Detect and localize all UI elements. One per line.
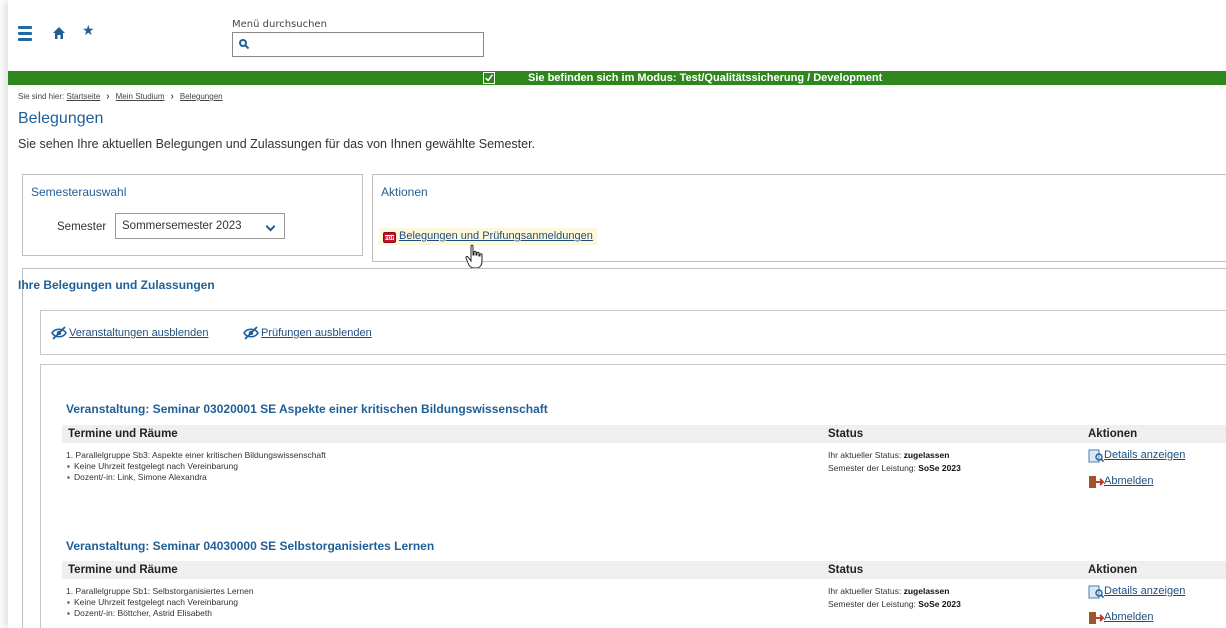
course-title: Veranstaltung: Seminar 04030000 SE Selbs… (66, 539, 435, 553)
semester-select-value: Sommersemester 2023 (122, 220, 242, 232)
breadcrumb-startseite[interactable]: Startseite (66, 92, 100, 101)
report-pdf-link-label: Belegungen und Prüfungsanmeldungen (399, 230, 593, 242)
details-icon (1088, 449, 1104, 463)
toggle-bar: Veranstaltungen ausblenden Prüfungen aus… (40, 310, 1226, 355)
status-cell: Ihr aktueller Status: zugelassen Semeste… (828, 585, 961, 611)
status-value: zugelassen (903, 450, 950, 460)
chevron-right-icon: › (170, 91, 174, 102)
actions-panel: Aktionen PDF Belegungen und Prüfungsanme… (372, 174, 1226, 262)
semester-panel: Semesterauswahl Semester Sommersemester … (22, 174, 363, 256)
star-icon[interactable]: ★ (82, 23, 95, 39)
course-lecturer: Dozent/-in: Böttcher, Astrid Elisabeth (66, 608, 254, 619)
mode-banner-text: Sie befinden sich im Modus: Test/Qualitä… (528, 72, 883, 84)
unsubscribe-link[interactable]: Abmelden (1088, 475, 1154, 488)
breadcrumb: Sie sind hier: Startseite › Mein Studium › B… (18, 91, 223, 102)
breadcrumb-belegungen[interactable]: Belegungen (180, 92, 223, 101)
svg-text:PDF: PDF (384, 235, 394, 241)
mode-banner: Sie befinden sich im Modus: Test/Qualitä… (8, 71, 1226, 85)
column-header-aktionen: Aktionen (1088, 564, 1138, 576)
semester-select[interactable]: Sommersemester 2023 (115, 213, 285, 239)
search-label: Menü durchsuchen (232, 19, 327, 30)
home-icon[interactable] (52, 26, 66, 40)
details-icon (1088, 585, 1104, 599)
semester-of-achievement-label: Semester der Leistung: (828, 599, 916, 609)
checkbox-check-icon (483, 72, 495, 84)
breadcrumb-prefix: Sie sind hier: (18, 92, 65, 101)
hide-exams-label: Prüfungen ausblenden (261, 327, 372, 339)
report-pdf-link[interactable]: PDF Belegungen und Prüfungsanmeldungen (379, 228, 597, 245)
details-link[interactable]: Details anzeigen (1088, 449, 1185, 463)
semester-label: Semester (57, 221, 107, 233)
course-time: Keine Uhrzeit festgelegt nach Vereinbaru… (66, 461, 326, 472)
status-label: Ihr aktueller Status: (828, 586, 902, 596)
chevron-down-icon (265, 221, 276, 232)
enrollments-title: Ihre Belegungen und Zulassungen (18, 278, 215, 292)
table-header: Termine und Räume Status Aktionen (62, 425, 1226, 443)
app-window: ★ Menü durchsuchen Sie befinden sich im … (8, 0, 1226, 628)
page-title: Belegungen (18, 110, 104, 127)
hide-courses-link[interactable]: Veranstaltungen ausblenden (51, 326, 209, 340)
page-description: Sie sehen Ihre aktuellen Belegungen und … (18, 137, 536, 151)
chevron-right-icon: › (106, 91, 110, 102)
course-time: Keine Uhrzeit festgelegt nach Vereinbaru… (66, 597, 254, 608)
column-header-termine: Termine und Räume (68, 428, 178, 440)
unsubscribe-link[interactable]: Abmelden (1088, 611, 1154, 624)
details-link[interactable]: Details anzeigen (1088, 585, 1185, 599)
search-icon (239, 39, 249, 49)
column-header-termine: Termine und Räume (68, 564, 178, 576)
hide-courses-label: Veranstaltungen ausblenden (69, 327, 209, 339)
status-cell: Ihr aktueller Status: zugelassen Semeste… (828, 449, 961, 475)
column-header-status: Status (828, 428, 864, 440)
semester-of-achievement-value: SoSe 2023 (918, 463, 961, 473)
column-header-status: Status (828, 564, 864, 576)
table-row: 1. Parallelgruppe Sb3: Aspekte einer kri… (66, 450, 326, 483)
eye-slash-icon (51, 326, 67, 340)
course-lecturer: Dozent/-in: Link, Simone Alexandra (66, 472, 326, 483)
parallel-group: 1. Parallelgruppe Sb1: Selbstorganisiert… (66, 586, 254, 596)
exit-door-icon (1089, 476, 1104, 488)
exit-door-icon (1089, 612, 1104, 624)
table-header: Termine und Räume Status Aktionen (62, 561, 1226, 579)
status-value: zugelassen (903, 586, 950, 596)
semester-of-achievement-label: Semester der Leistung: (828, 463, 916, 473)
eye-slash-icon (243, 326, 259, 340)
actions-panel-title: Aktionen (381, 185, 428, 199)
semester-panel-title: Semesterauswahl (31, 185, 127, 199)
header: ★ Menü durchsuchen (8, 0, 1226, 70)
column-header-aktionen: Aktionen (1088, 428, 1138, 440)
course-title: Veranstaltung: Seminar 03020001 SE Aspek… (66, 402, 548, 416)
breadcrumb-mein-studium[interactable]: Mein Studium (116, 92, 165, 101)
hand-cursor-icon (465, 244, 483, 269)
search-box[interactable] (232, 32, 484, 57)
semester-of-achievement-value: SoSe 2023 (918, 599, 961, 609)
table-row: 1. Parallelgruppe Sb1: Selbstorganisiert… (66, 586, 254, 619)
search-input[interactable] (253, 35, 479, 54)
hide-exams-link[interactable]: Prüfungen ausblenden (243, 326, 372, 340)
pdf-icon: PDF (383, 232, 396, 243)
menu-icon[interactable] (18, 26, 32, 41)
status-label: Ihr aktueller Status: (828, 450, 902, 460)
parallel-group: 1. Parallelgruppe Sb3: Aspekte einer kri… (66, 450, 326, 460)
